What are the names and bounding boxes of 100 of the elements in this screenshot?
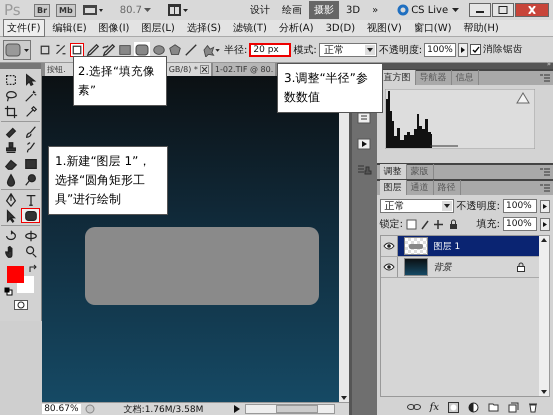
- bridge-button[interactable]: Br: [34, 4, 50, 16]
- menu-item[interactable]: 选择(S): [182, 19, 225, 37]
- workspace-button[interactable]: 摄影: [309, 1, 339, 19]
- swap-arrows-icon[interactable]: [28, 264, 38, 274]
- panel-menu-icon[interactable]: [540, 184, 550, 192]
- menu-item[interactable]: 分析(A): [274, 19, 318, 37]
- stamp-icon[interactable]: [356, 163, 372, 177]
- lasso-icon: [4, 88, 18, 102]
- menu-item[interactable]: 帮助(H): [460, 19, 503, 37]
- stamp-icon: [4, 140, 18, 154]
- play-icon[interactable]: [356, 137, 372, 151]
- lock-options-icon[interactable]: [406, 218, 460, 230]
- blend-mode-dropdown[interactable]: 正常: [380, 199, 454, 213]
- radius-field[interactable]: 20 px: [249, 42, 292, 56]
- panel-tab[interactable]: 图层: [380, 180, 407, 195]
- square-icon: [71, 44, 83, 56]
- layer-thumbnail: [404, 258, 428, 276]
- play-arrow-icon[interactable]: [232, 404, 241, 414]
- zoom-level[interactable]: 80.67%: [42, 404, 81, 414]
- magic-wand-icon: [24, 88, 38, 102]
- layer-row[interactable]: 背景: [380, 257, 539, 278]
- mode-label: 模式:: [293, 44, 317, 56]
- link-icon[interactable]: [406, 403, 421, 411]
- fill-mode-button[interactable]: [38, 42, 52, 56]
- default-colors-icon[interactable]: [4, 287, 13, 296]
- half-circle-icon[interactable]: [468, 402, 479, 412]
- tool-button[interactable]: [21, 208, 40, 223]
- panel-menu-icon[interactable]: [540, 74, 550, 82]
- opacity-label: 不透明度:: [456, 200, 500, 213]
- mini-bridge-button[interactable]: Mb: [56, 4, 76, 16]
- horizontal-scrollbar[interactable]: [244, 404, 336, 414]
- callout-tooltip: 1.新建“图层 1”，选择“圆角矩形工具”进行绘制: [48, 146, 168, 215]
- up-arrow-icon[interactable]: [540, 236, 548, 244]
- vertical-scrollbar[interactable]: [539, 236, 549, 396]
- panel-tab[interactable]: 调整: [380, 164, 407, 179]
- mode-dropdown[interactable]: 正常: [318, 42, 377, 56]
- menu-item[interactable]: 窗口(W): [410, 19, 456, 37]
- document-tab[interactable]: 1-02.TIF @ 80.: [212, 63, 276, 76]
- color-swatches-drawing[interactable]: [6, 266, 34, 293]
- down-arrow-icon[interactable]: [340, 394, 348, 402]
- line-icon[interactable]: [184, 42, 198, 56]
- quick-mask-button[interactable]: [14, 300, 28, 313]
- menu-item[interactable]: 图层(L): [137, 19, 179, 37]
- close-button[interactable]: [515, 3, 549, 17]
- orbit-icon: [24, 228, 38, 242]
- caret-icon: [452, 8, 460, 12]
- square-icon: [39, 44, 51, 56]
- fill-field[interactable]: 100%: [503, 217, 537, 231]
- layer-style-button[interactable]: fx: [430, 402, 439, 412]
- layer-row[interactable]: 图层 1: [380, 236, 539, 257]
- rounded-rectangle-icon[interactable]: [134, 42, 150, 58]
- fill-mode-button[interactable]: [70, 42, 84, 56]
- minimize-button[interactable]: [469, 3, 491, 17]
- anti-alias-checkbox[interactable]: [470, 44, 482, 55]
- callout-tooltip: 2.选择“填充像素”: [73, 56, 167, 106]
- close-icon[interactable]: [200, 65, 209, 74]
- callout-tooltip: 3.调整“半径”参数数值: [277, 63, 383, 113]
- brush-icon: [24, 124, 38, 138]
- layout-icon[interactable]: [167, 3, 189, 17]
- eye-icon[interactable]: [382, 242, 395, 250]
- pen-icon: [4, 192, 18, 206]
- workspace-button[interactable]: 绘画: [277, 1, 307, 19]
- anti-alias-label: 消除锯齿: [483, 43, 524, 56]
- menu-item[interactable]: 滤镜(T): [228, 19, 271, 37]
- maximize-button[interactable]: [492, 3, 514, 17]
- menu-item[interactable]: 编辑(E): [48, 19, 91, 37]
- mask-icon[interactable]: [448, 402, 459, 412]
- more-workspaces-button[interactable]: »: [367, 1, 384, 19]
- ellipse-icon[interactable]: [152, 42, 166, 56]
- fill-mode-button[interactable]: [54, 42, 68, 56]
- panel-menu-icon[interactable]: [540, 168, 550, 176]
- cs-live-button[interactable]: CS Live: [397, 4, 460, 16]
- layer-name: 图层 1: [434, 240, 460, 252]
- new-layer-icon[interactable]: [508, 402, 519, 412]
- menu-item[interactable]: 3D(D): [322, 20, 360, 36]
- freeform-pen-icon[interactable]: [102, 42, 116, 56]
- workspace-button[interactable]: 3D: [341, 1, 366, 19]
- zoom-icon: [24, 244, 38, 258]
- dodge-icon: [24, 172, 38, 186]
- app-logo: Ps: [4, 1, 22, 19]
- maximize-icon: [498, 6, 508, 14]
- film-strip-icon[interactable]: [82, 3, 104, 17]
- workspace-button[interactable]: 设计: [245, 1, 275, 19]
- opacity-field[interactable]: 100%: [503, 199, 537, 213]
- polygon-icon[interactable]: [168, 42, 182, 56]
- rectangle-icon[interactable]: [118, 42, 132, 56]
- pen-icon[interactable]: [86, 42, 100, 56]
- trash-icon[interactable]: [528, 402, 538, 412]
- marquee-icon: [4, 72, 18, 86]
- menu-item[interactable]: 视图(V): [363, 19, 406, 37]
- tool-preset-picker[interactable]: [3, 40, 31, 60]
- eyedropper-icon: [24, 104, 38, 118]
- menu-item[interactable]: 图像(I): [94, 19, 134, 37]
- menu-item[interactable]: 文件(F): [3, 19, 45, 37]
- bandage-icon: [4, 124, 18, 138]
- opacity-field[interactable]: 100%: [424, 42, 456, 56]
- zoom-dropdown[interactable]: 80.7: [120, 4, 151, 16]
- eye-icon[interactable]: [382, 263, 395, 271]
- down-arrow-icon[interactable]: [540, 388, 548, 396]
- folder-icon[interactable]: [488, 402, 499, 412]
